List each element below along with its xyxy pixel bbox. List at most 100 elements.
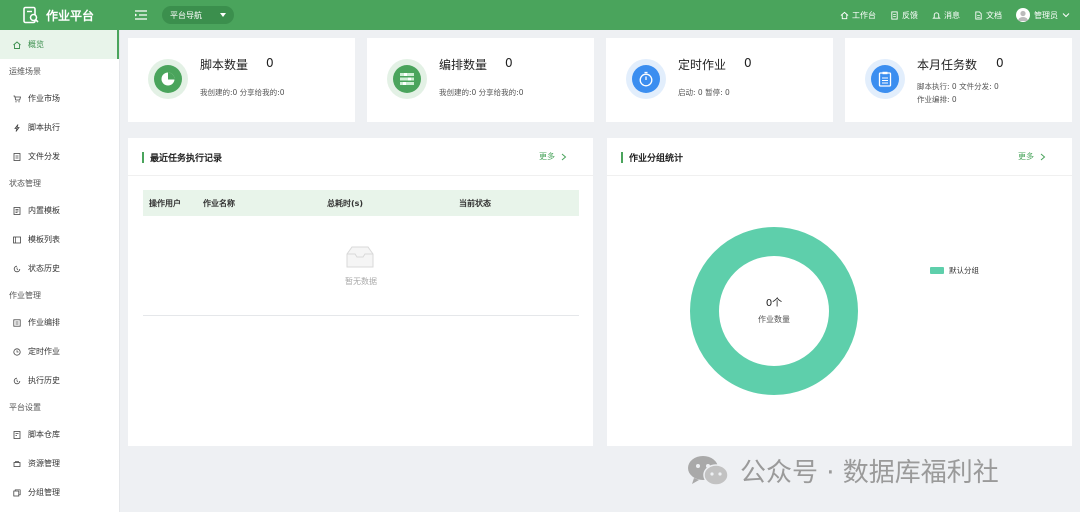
sidebar-group-state: 状态管理 — [9, 179, 41, 188]
sidebar-item-script-exec[interactable]: 脚本执行 — [0, 113, 119, 142]
group-stats-panel: 作业分组统计 更多 0个 作业数量 默认分组 — [607, 138, 1072, 446]
sidebar-item-label: 分组管理 — [28, 488, 60, 497]
stat-title: 本月任务数 — [917, 58, 978, 72]
sidebar-item-builtin-template[interactable]: 内置模板 — [0, 196, 119, 225]
watermark-text: 公众号 · 数据库福利社 — [740, 458, 999, 488]
sidebar-item-label: 作业市场 — [28, 94, 60, 103]
lightning-icon — [14, 123, 20, 132]
table-header: 操作用户 作业名称 总耗时(s) 当前状态 — [143, 190, 579, 216]
template-icon — [13, 206, 21, 215]
more-link[interactable]: 更多 — [539, 151, 567, 162]
donut-center-value: 0个 — [766, 297, 782, 309]
cart-icon — [13, 95, 21, 102]
feedback-label: 反馈 — [902, 10, 918, 20]
docs-link[interactable]: 文档 — [974, 10, 1002, 21]
column-header[interactable]: 操作用户 — [149, 198, 181, 209]
platform-nav-select[interactable]: 平台导航 — [162, 6, 234, 24]
sidebar-item-label: 概览 — [28, 40, 44, 49]
sidebar-group-job: 作业管理 — [9, 291, 41, 300]
repository-icon — [13, 430, 21, 439]
column-header[interactable]: 作业名称 — [203, 198, 235, 209]
sidebar-item-group-mgmt[interactable]: 分组管理 — [0, 478, 119, 507]
empty-text: 暂无数据 — [345, 277, 377, 286]
stat-title: 脚本数量 — [200, 58, 249, 72]
more-link[interactable]: 更多 — [1018, 151, 1046, 162]
group-icon — [13, 488, 21, 496]
watermark: 公众号 · 数据库福利社 — [686, 452, 999, 489]
stat-sub-2: 作业编排: 0 — [917, 95, 957, 104]
sidebar-item-overview[interactable]: 概览 — [0, 30, 119, 59]
user-menu[interactable]: 管理员 — [1016, 8, 1070, 22]
workbench-label: 工作台 — [852, 10, 876, 20]
sidebar-item-file-dist[interactable]: 文件分发 — [0, 142, 119, 171]
stat-card-orchestrations[interactable]: 编排数量 0 我创建的:0 分享给我的:0 — [367, 38, 594, 122]
legend-label: 默认分组 — [949, 266, 979, 275]
donut-chart: 0个 作业数量 — [690, 227, 858, 395]
brand-title: 作业平台 — [46, 8, 95, 23]
sidebar-item-job-market[interactable]: 作业市场 — [0, 84, 119, 113]
chart-legend[interactable]: 默认分组 — [930, 265, 979, 276]
stopwatch-icon — [626, 59, 666, 99]
stat-sub: 我创建的:0 分享给我的:0 — [200, 88, 285, 97]
stat-count: 0 — [505, 56, 513, 70]
feedback-link[interactable]: 反馈 — [890, 10, 918, 21]
sidebar-item-state-history[interactable]: 状态历史 — [0, 254, 119, 283]
message-label: 消息 — [944, 10, 960, 20]
stat-card-scripts[interactable]: 脚本数量 0 我创建的:0 分享给我的:0 — [128, 38, 355, 122]
sidebar-item-label: 模板列表 — [28, 235, 60, 244]
workbench-link[interactable]: 工作台 — [840, 10, 876, 21]
stat-count: 0 — [266, 56, 274, 70]
wechat-icon — [688, 455, 729, 486]
stat-card-scheduled[interactable]: 定时作业 0 启动: 0 暂停: 0 — [606, 38, 833, 122]
sidebar-item-exec-history[interactable]: 执行历史 — [0, 366, 119, 395]
sidebar-item-label: 作业编排 — [28, 318, 60, 327]
panel-header: 最近任务执行记录 更多 — [128, 138, 593, 176]
user-name: 管理员 — [1034, 10, 1058, 20]
caret-down-icon — [220, 13, 226, 17]
sidebar-item-job-orchestration[interactable]: 作业编排 — [0, 308, 119, 337]
legend-swatch — [930, 267, 944, 274]
sidebar-item-label: 脚本执行 — [28, 123, 60, 132]
title-accent-bar — [621, 152, 623, 163]
orchestration-icon — [387, 59, 427, 99]
column-header[interactable]: 当前状态 — [459, 198, 491, 209]
docs-label: 文档 — [986, 10, 1002, 20]
history-icon — [13, 377, 21, 384]
more-label: 更多 — [539, 152, 555, 161]
orchestration-icon — [13, 318, 21, 327]
donut-center-label: 作业数量 — [758, 314, 790, 324]
stat-sub: 脚本执行: 0 文件分发: 0 — [917, 82, 999, 91]
sidebar-group-ops: 运维场景 — [9, 67, 41, 76]
pie-chart-icon — [148, 59, 188, 99]
donut-slice[interactable] — [690, 227, 858, 395]
clipboard-icon — [865, 59, 905, 99]
file-icon — [13, 152, 21, 161]
more-label: 更多 — [1018, 152, 1034, 161]
chevron-right-icon — [561, 153, 567, 160]
panel-title: 作业分组统计 — [629, 154, 684, 164]
home-icon — [13, 40, 21, 49]
history-icon — [13, 265, 21, 272]
sidebar-item-resource-mgmt[interactable]: 资源管理 — [0, 449, 119, 478]
list-icon — [13, 236, 21, 243]
sidebar-item-label: 文件分发 — [28, 152, 60, 161]
stat-card-monthly-tasks[interactable]: 本月任务数 0 脚本执行: 0 文件分发: 0 作业编排: 0 — [845, 38, 1072, 122]
nav-select-label: 平台导航 — [170, 10, 202, 20]
logo-icon — [23, 6, 39, 24]
message-link[interactable]: 消息 — [932, 10, 960, 21]
stat-count: 0 — [744, 56, 752, 70]
sidebar-item-label: 状态历史 — [28, 264, 60, 273]
server-icon — [13, 460, 21, 467]
stat-sub: 启动: 0 暂停: 0 — [678, 88, 730, 97]
panel-header: 作业分组统计 更多 — [607, 138, 1072, 176]
title-accent-bar — [142, 152, 144, 163]
menu-toggle-icon[interactable] — [134, 8, 148, 22]
chevron-down-icon — [1062, 13, 1070, 18]
brand[interactable]: 作业平台 — [0, 0, 120, 30]
column-header[interactable]: 总耗时(s) — [327, 198, 363, 209]
sidebar-item-template-list[interactable]: 模板列表 — [0, 225, 119, 254]
sidebar-item-script-repo[interactable]: 脚本仓库 — [0, 420, 119, 449]
sidebar-item-scheduled-job[interactable]: 定时作业 — [0, 337, 119, 366]
avatar — [1016, 8, 1030, 22]
sidebar: 概览 运维场景 作业市场 脚本执行 文件分发 状态管理 内置模板 模板列表 状态… — [0, 30, 120, 512]
